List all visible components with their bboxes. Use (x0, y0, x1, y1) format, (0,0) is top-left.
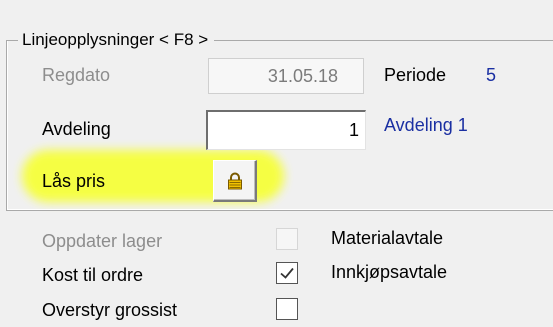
oppdater-lager-label: Oppdater lager (42, 231, 163, 251)
las-pris-label: Lås pris (42, 171, 106, 191)
lock-icon (227, 172, 242, 189)
innkjopsavtale-label: Innkjøpsavtale (331, 262, 448, 282)
materialavtale-label: Materialavtale (331, 228, 444, 248)
avdeling-name-link[interactable]: Avdeling 1 (384, 114, 468, 136)
regdato-label: Regdato (42, 65, 111, 85)
avdeling-input[interactable]: 1 (206, 110, 366, 150)
overstyr-grossist-label: Overstyr grossist (42, 300, 178, 320)
kost-til-ordre-label: Kost til ordre (42, 265, 144, 285)
kost-til-ordre-checkbox[interactable] (276, 262, 298, 284)
overstyr-grossist-checkbox[interactable] (276, 298, 298, 320)
periode-label: Periode (384, 65, 447, 85)
group-title: Linjeopplysninger < F8 > (18, 30, 215, 50)
checkmark-icon (280, 267, 294, 279)
lock-price-button[interactable] (213, 160, 257, 202)
oppdater-lager-checkbox (276, 228, 298, 250)
avdeling-label: Avdeling (42, 119, 111, 139)
periode-value: 5 (486, 65, 497, 85)
regdato-field: 31.05.18 (208, 58, 364, 94)
